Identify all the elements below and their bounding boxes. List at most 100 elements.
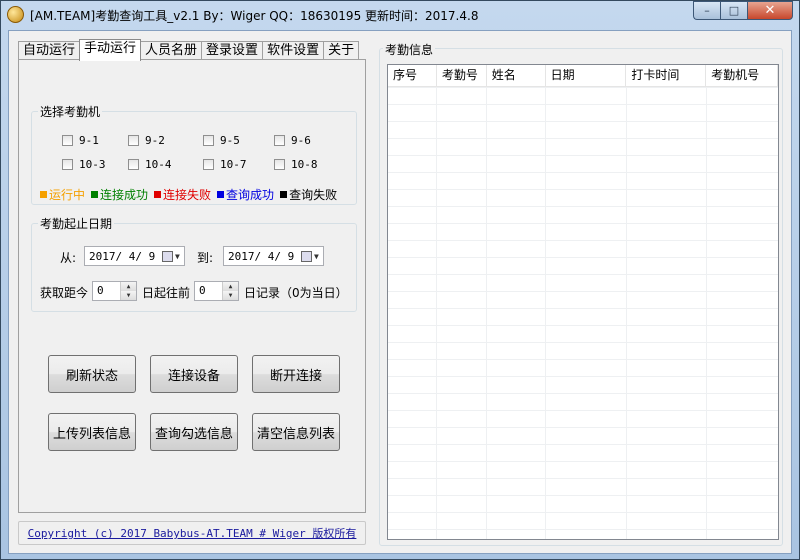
spin-down-icon[interactable]: ▼ — [223, 291, 238, 300]
tab-about[interactable]: 关于 — [323, 41, 360, 61]
window-controls: – □ ✕ — [693, 1, 793, 20]
legend-query-fail: 查询失败 — [280, 186, 337, 203]
checkbox-label: 10-3 — [79, 158, 106, 171]
tab-strip: 自动运行 手动运行 人员名册 登录设置 软件设置 关于 — [18, 39, 360, 61]
date-range-group: 考勤起止日期 从: 2017/ 4/ 9 ▼ 到: 2017/ 4/ 9 ▼ 获… — [31, 215, 357, 312]
column-gridline — [486, 87, 487, 539]
checkbox-box[interactable] — [274, 135, 285, 146]
checkbox-box[interactable] — [203, 135, 214, 146]
column-gridline — [436, 87, 437, 539]
checkbox-label: 9-6 — [291, 134, 311, 147]
days-records-spinner[interactable]: 0 ▲ ▼ — [194, 281, 239, 301]
upload-list-button[interactable]: 上传列表信息 — [48, 413, 136, 451]
tab-login-settings[interactable]: 登录设置 — [201, 41, 264, 61]
maximize-button[interactable]: □ — [720, 1, 747, 20]
calendar-dropdown-icon[interactable]: ▼ — [301, 249, 321, 263]
from-label: 从: — [60, 251, 77, 265]
column-gridline — [545, 87, 546, 539]
checkbox-label: 10-4 — [145, 158, 172, 171]
machine-checkbox-10-4[interactable]: 10-4 — [128, 158, 172, 171]
checkbox-label: 9-5 — [220, 134, 240, 147]
to-label: 到: — [197, 251, 214, 265]
days-before-spinner[interactable]: 0 ▲ ▼ — [92, 281, 137, 301]
fetch-label: 获取距今 — [40, 286, 89, 300]
days-records-label: 日记录（0为当日） — [244, 286, 348, 300]
to-date-value: 2017/ 4/ 9 — [228, 249, 295, 263]
query-selected-button[interactable]: 查询勾选信息 — [150, 413, 238, 451]
checkbox-box[interactable] — [274, 159, 285, 170]
connect-device-button[interactable]: 连接设备 — [150, 355, 238, 393]
checkbox-label: 9-2 — [145, 134, 165, 147]
tab-manual-run[interactable]: 手动运行 — [79, 39, 142, 61]
checkbox-box[interactable] — [203, 159, 214, 170]
spin-up-icon[interactable]: ▲ — [223, 282, 238, 291]
tab-roster[interactable]: 人员名册 — [140, 41, 203, 61]
column-header-name[interactable]: 姓名 — [487, 65, 546, 86]
manual-run-panel: 选择考勤机 9-1 9-2 9-5 9-6 10-3 10-4 10-7 10-… — [18, 59, 366, 513]
clear-list-button[interactable]: 清空信息列表 — [252, 413, 340, 451]
column-header-date[interactable]: 日期 — [546, 65, 627, 86]
status-swatch-icon — [154, 191, 162, 198]
column-gridline — [706, 87, 707, 539]
refresh-status-button[interactable]: 刷新状态 — [48, 355, 136, 393]
legend-label: 连接成功 — [100, 188, 149, 202]
attendance-table[interactable]: 序号 考勤号 姓名 日期 打卡时间 考勤机号 — [387, 64, 779, 540]
machine-checkbox-10-8[interactable]: 10-8 — [274, 158, 318, 171]
tab-software-settings[interactable]: 软件设置 — [262, 41, 325, 61]
checkbox-box[interactable] — [62, 159, 73, 170]
status-swatch-icon — [217, 191, 225, 198]
app-logo-icon — [7, 6, 24, 23]
status-swatch-icon — [91, 191, 99, 198]
machine-select-group: 选择考勤机 9-1 9-2 9-5 9-6 10-3 10-4 10-7 10-… — [31, 103, 357, 205]
machine-checkbox-9-2[interactable]: 9-2 — [128, 134, 165, 147]
tab-auto-run[interactable]: 自动运行 — [18, 41, 81, 61]
legend-label: 连接失败 — [163, 188, 212, 202]
window-title: [AM.TEAM]考勤查询工具_v2.1 By：Wiger QQ：1863019… — [30, 9, 479, 23]
legend-connect-fail: 连接失败 — [154, 186, 211, 203]
column-header-punch-time[interactable]: 打卡时间 — [626, 65, 707, 86]
legend-connect-success: 连接成功 — [91, 186, 148, 203]
column-header-machine-id[interactable]: 考勤机号 — [706, 65, 778, 86]
status-swatch-icon — [280, 191, 288, 198]
checkbox-box[interactable] — [62, 135, 73, 146]
machine-checkbox-9-1[interactable]: 9-1 — [62, 134, 99, 147]
legend-query-success: 查询成功 — [217, 186, 274, 203]
table-header: 序号 考勤号 姓名 日期 打卡时间 考勤机号 — [388, 65, 778, 87]
table-body — [388, 87, 778, 539]
to-date-picker[interactable]: 2017/ 4/ 9 ▼ — [223, 246, 324, 266]
from-date-picker[interactable]: 2017/ 4/ 9 ▼ — [84, 246, 185, 266]
spin-down-icon[interactable]: ▼ — [121, 291, 136, 300]
copyright-link[interactable]: Copyright (c) 2017 Babybus-AT.TEAM # Wig… — [28, 525, 357, 541]
checkbox-label: 10-7 — [220, 158, 247, 171]
client-area: 自动运行 手动运行 人员名册 登录设置 软件设置 关于 选择考勤机 9-1 9-… — [8, 30, 792, 554]
date-group-title: 考勤起止日期 — [40, 217, 113, 231]
from-date-value: 2017/ 4/ 9 — [89, 249, 156, 263]
machine-checkbox-10-3[interactable]: 10-3 — [62, 158, 106, 171]
close-button[interactable]: ✕ — [747, 1, 793, 20]
legend-label: 查询失败 — [289, 188, 338, 202]
disconnect-button[interactable]: 断开连接 — [252, 355, 340, 393]
checkbox-label: 10-8 — [291, 158, 318, 171]
title-bar[interactable]: [AM.TEAM]考勤查询工具_v2.1 By：Wiger QQ：1863019… — [1, 1, 799, 29]
days-before-label: 日起往前 — [142, 286, 191, 300]
machine-checkbox-10-7[interactable]: 10-7 — [203, 158, 247, 171]
attendance-info-title: 考勤信息 — [383, 41, 436, 58]
minimize-button[interactable]: – — [693, 1, 720, 20]
machine-group-title: 选择考勤机 — [40, 105, 101, 119]
app-window: [AM.TEAM]考勤查询工具_v2.1 By：Wiger QQ：1863019… — [0, 0, 800, 560]
checkbox-box[interactable] — [128, 135, 139, 146]
copyright-bar: Copyright (c) 2017 Babybus-AT.TEAM # Wig… — [18, 521, 366, 545]
days-before-value: 0 — [97, 284, 104, 297]
calendar-dropdown-icon[interactable]: ▼ — [162, 249, 182, 263]
status-legend: 运行中 连接成功 连接失败 查询成功 查询失败 — [40, 186, 343, 203]
checkbox-box[interactable] — [128, 159, 139, 170]
legend-label: 运行中 — [49, 188, 86, 202]
legend-running: 运行中 — [40, 186, 85, 203]
column-header-index[interactable]: 序号 — [388, 65, 437, 86]
machine-checkbox-9-6[interactable]: 9-6 — [274, 134, 311, 147]
spin-up-icon[interactable]: ▲ — [121, 282, 136, 291]
status-swatch-icon — [40, 191, 47, 198]
days-records-value: 0 — [199, 284, 206, 297]
machine-checkbox-9-5[interactable]: 9-5 — [203, 134, 240, 147]
column-header-attendance-id[interactable]: 考勤号 — [437, 65, 487, 86]
